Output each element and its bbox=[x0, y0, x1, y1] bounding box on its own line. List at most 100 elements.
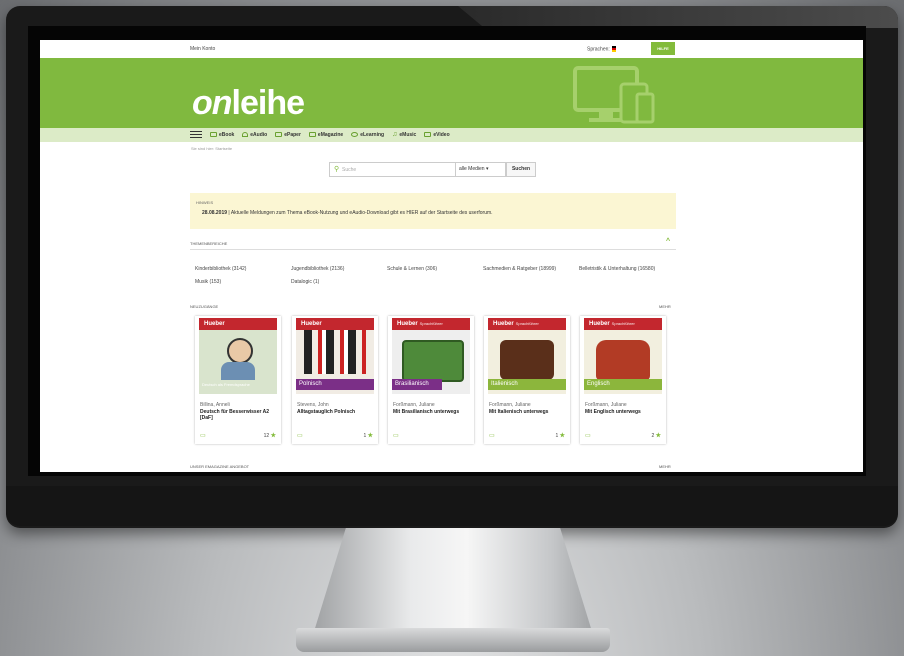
publisher-label: Hueber Sprachführer bbox=[584, 318, 662, 330]
publisher-name: Hueber bbox=[301, 321, 322, 327]
media-select-value: alle Medien bbox=[459, 166, 485, 172]
media-select[interactable]: alle Medien ▾ bbox=[455, 162, 506, 177]
language-tag: Italienisch bbox=[488, 379, 566, 390]
bag-illustration bbox=[500, 340, 554, 380]
more-link[interactable]: MEHR bbox=[659, 304, 671, 309]
language-tag-text: Deutsch als Fremdsprache bbox=[202, 382, 250, 387]
nav-elearning[interactable]: eLearning bbox=[351, 132, 384, 138]
language-tag-text: Polnisch bbox=[299, 381, 322, 387]
publisher-name: Hueber bbox=[493, 321, 514, 327]
media-navbar: eBook eAudio ePaper eMagazine eLearning … bbox=[40, 128, 863, 142]
book-title[interactable]: Mit Italienisch unterwegs bbox=[489, 409, 567, 415]
ebook-icon: ▭ bbox=[393, 433, 399, 439]
search-button[interactable]: Suchen bbox=[506, 162, 536, 177]
series-name: Sprachführer bbox=[419, 321, 443, 326]
book-author: Stevens, John bbox=[297, 402, 329, 408]
collapse-chevron-icon[interactable]: ^ bbox=[666, 238, 670, 245]
nav-label: ePaper bbox=[284, 131, 301, 138]
star-icon: ★ bbox=[270, 433, 276, 439]
onleihe-logo[interactable]: onleihe bbox=[192, 84, 305, 123]
topic-link[interactable]: Kinderbibliothek (3142) bbox=[195, 266, 246, 272]
header-banner: onleihe bbox=[40, 58, 863, 128]
nav-label: eMagazine bbox=[317, 131, 344, 138]
nav-evideo[interactable]: eVideo bbox=[424, 131, 450, 138]
monitor-stand bbox=[312, 528, 594, 638]
book-card[interactable]: Hueber Sprachführer Italienisch Forßmann,… bbox=[484, 316, 570, 444]
language-tag: Englisch bbox=[584, 379, 662, 390]
magazine-icon bbox=[308, 132, 316, 137]
book-card[interactable]: Hueber Polnisch Stevens, John Alltagstau… bbox=[292, 316, 378, 444]
nav-ebook[interactable]: eBook bbox=[210, 132, 234, 138]
ebook-icon: ▭ bbox=[489, 433, 495, 439]
notice-box: HINWEIS 28.08.2019 | Aktuelle Meldungen … bbox=[190, 193, 676, 229]
headphones-icon bbox=[242, 132, 249, 137]
bag-illustration bbox=[596, 340, 650, 380]
menu-icon[interactable] bbox=[190, 131, 202, 138]
book-cover[interactable]: Hueber Sprachführer Englisch bbox=[584, 318, 662, 394]
book-card[interactable]: Hueber Sprachführer Englisch Forßmann, Ju… bbox=[580, 316, 666, 444]
topic-link[interactable]: Musik (153) bbox=[195, 279, 221, 285]
topic-link[interactable]: Datalogic (1) bbox=[291, 279, 319, 285]
emagazine-heading: UNSER EMAGAZINE ANGEBOT bbox=[190, 464, 250, 469]
topic-link[interactable]: Belletristik & Unterhaltung (16580) bbox=[579, 266, 655, 272]
publisher-name: Hueber bbox=[397, 321, 418, 327]
book-title[interactable]: Alltagstauglich Polnisch bbox=[297, 409, 375, 415]
nav-label: eAudio bbox=[250, 131, 268, 138]
ebook-icon: ▭ bbox=[585, 433, 591, 439]
nav-epaper[interactable]: ePaper bbox=[275, 132, 301, 138]
book-card[interactable]: Hueber Deutsch als Fremdsprache Billina,… bbox=[195, 316, 281, 444]
book-cover[interactable]: Hueber Deutsch als Fremdsprache bbox=[199, 318, 277, 394]
german-flag-icon[interactable] bbox=[611, 46, 616, 52]
cover-illustration bbox=[304, 330, 366, 374]
browser-screen: Mein Konto Sprachen: HILFE onleihe eBook… bbox=[40, 40, 863, 472]
cover-illustration bbox=[227, 338, 253, 364]
book-card[interactable]: Hueber Sprachführer Brasilianisch Forßman… bbox=[388, 316, 474, 444]
topic-link[interactable]: Schule & Lernen (306) bbox=[387, 266, 437, 272]
book-rating: 1 ★ bbox=[363, 432, 373, 439]
publisher-label: Hueber bbox=[296, 318, 374, 330]
book-rating: 2 ★ bbox=[651, 432, 661, 439]
book-rating: 1 ★ bbox=[555, 432, 565, 439]
nav-label: eBook bbox=[219, 131, 235, 138]
book-title[interactable]: Mit Brasilianisch unterwegs bbox=[393, 409, 471, 415]
star-icon: ★ bbox=[655, 433, 661, 439]
book-title[interactable]: Deutsch für Besserwisser A2 [DaF] bbox=[200, 409, 278, 421]
rating-count: 1 bbox=[555, 433, 559, 439]
monitor-chin bbox=[6, 486, 898, 526]
book-author: Billina, Anneli bbox=[200, 402, 230, 408]
book-cover[interactable]: Hueber Sprachführer Italienisch bbox=[488, 318, 566, 394]
search-input[interactable]: Suche bbox=[342, 167, 356, 173]
publisher-name: Hueber bbox=[589, 321, 610, 327]
rating-count: 2 bbox=[651, 433, 655, 439]
language-selector[interactable]: Sprachen: bbox=[587, 46, 616, 52]
nav-emagazine[interactable]: eMagazine bbox=[308, 131, 344, 138]
new-arrivals-heading: NEUZUGÄNGE bbox=[190, 304, 219, 309]
notice-message: | Aktuelle Meldungen zum Thema eBook-Nut… bbox=[228, 210, 493, 216]
music-note-icon: ♫ bbox=[392, 131, 398, 138]
series-name: Sprachführer bbox=[515, 321, 539, 326]
my-account-link[interactable]: Mein Konto bbox=[190, 46, 215, 52]
notice-heading: HINWEIS bbox=[196, 200, 214, 205]
language-tag: Brasilianisch bbox=[392, 379, 442, 390]
book-title[interactable]: Mit Englisch unterwegs bbox=[585, 409, 663, 415]
help-button[interactable]: HILFE bbox=[651, 42, 675, 55]
nav-label: eLearning bbox=[360, 131, 385, 138]
breadcrumb: Sie sind hier: Startseite bbox=[191, 146, 233, 151]
more-link[interactable]: MEHR bbox=[659, 464, 671, 469]
topic-link[interactable]: Jugendbibliothek (2136) bbox=[291, 266, 344, 272]
book-cover[interactable]: Hueber Polnisch bbox=[296, 318, 374, 394]
series-name: Sprachführer bbox=[611, 321, 635, 326]
devices-icon bbox=[573, 66, 655, 124]
book-author: Forßmann, Juliane bbox=[489, 402, 531, 408]
topic-link[interactable]: Sachmedien & Ratgeber (18999) bbox=[483, 266, 556, 272]
nav-emusic[interactable]: ♫ eMusic bbox=[392, 131, 416, 138]
notice-date: 28.08.2019 bbox=[202, 210, 228, 216]
monitor-base bbox=[296, 628, 610, 652]
book-cover[interactable]: Hueber Sprachführer Brasilianisch bbox=[392, 318, 470, 394]
topics-heading: THEMENBEREICHE bbox=[190, 241, 228, 246]
ebook-icon: ▭ bbox=[297, 433, 303, 439]
search-bar: ⚲ Suche alle Medien ▾ Suchen bbox=[329, 162, 536, 177]
nav-label: eVideo bbox=[433, 131, 450, 138]
monitor-reflection bbox=[458, 6, 898, 28]
nav-eaudio[interactable]: eAudio bbox=[242, 132, 267, 138]
